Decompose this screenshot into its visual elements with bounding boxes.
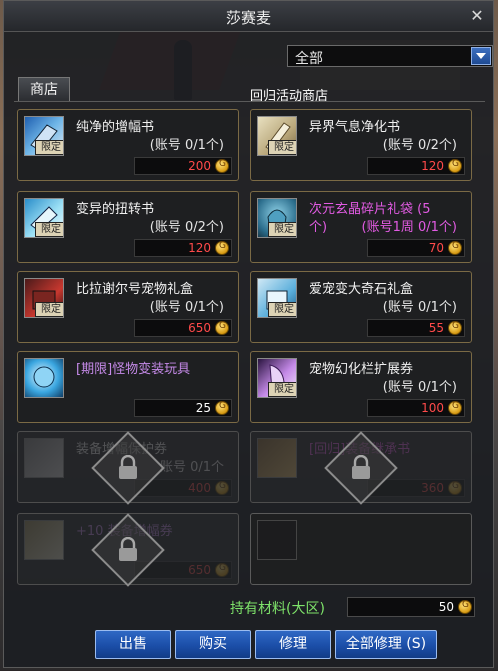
item-limit: (账号 0/2个) <box>149 220 224 235</box>
item-name: 变异的扭转书 <box>76 202 155 217</box>
shop-item[interactable]: 限定 异界气息净化书 (账号 0/2个) 120 <box>250 109 472 181</box>
item-limit: (账号 0/1个) <box>382 300 457 315</box>
material-value: 50 <box>438 600 454 614</box>
plus10-ticket-icon <box>24 520 64 560</box>
close-icon[interactable]: ✕ <box>467 6 487 26</box>
monster-toy-icon <box>24 358 64 398</box>
crystal-bag-icon: 限定 <box>257 198 297 238</box>
twist-book-icon: 限定 <box>24 198 64 238</box>
divider <box>14 101 485 102</box>
item-price: 55 <box>428 321 444 335</box>
limited-badge: 限定 <box>35 302 63 317</box>
limited-badge: 限定 <box>35 140 63 155</box>
coin-icon <box>215 401 229 415</box>
coin-icon <box>215 241 229 255</box>
sell-button[interactable]: 出售 <box>95 630 171 659</box>
item-price: 650 <box>188 563 211 577</box>
item-price: 650 <box>188 321 211 335</box>
price-field: 650 <box>134 319 232 337</box>
item-price: 25 <box>195 401 211 415</box>
price-field: 120 <box>134 239 232 257</box>
window-title: 莎赛麦 <box>225 9 271 27</box>
coin-icon <box>458 600 472 614</box>
shop-item[interactable]: 限定 次元玄晶碎片礼袋 (5 个) (账号1周 0/1个) 70 <box>250 191 472 263</box>
item-price: 120 <box>421 159 444 173</box>
category-dropdown[interactable]: 全部 <box>287 45 493 67</box>
price-field: 120 <box>367 157 465 175</box>
price-field: 200 <box>134 157 232 175</box>
coin-icon <box>448 159 462 173</box>
item-name-cont: 个) <box>309 220 328 235</box>
item-limit: (账号1周 0/1个) <box>361 220 457 235</box>
tab-shop[interactable]: 商店 <box>18 77 70 101</box>
purify-book-icon: 限定 <box>257 116 297 156</box>
limited-badge: 限定 <box>35 222 63 237</box>
price-field: 70 <box>367 239 465 257</box>
locked-shop-item: 装备增幅保护券 账号 0/1个 400 <box>17 431 239 505</box>
pet-ticket-icon: 限定 <box>257 358 297 398</box>
price-field: 100 <box>367 399 465 417</box>
item-name: [期限]怪物变装玩具 <box>76 362 191 377</box>
chevron-down-icon[interactable] <box>471 47 491 65</box>
shop-window: 莎赛麦 ✕ 全部 商店 回归活动商店 限定 纯净的增幅书 (账号 0/1个) 2… <box>3 0 494 668</box>
item-price: 360 <box>421 481 444 495</box>
item-price: 70 <box>428 241 444 255</box>
limited-badge: 限定 <box>268 382 296 397</box>
material-field: 50 <box>347 597 475 617</box>
locked-shop-item: [回归]装备继承书 360 <box>250 431 472 505</box>
item-limit: (账号 0/2个) <box>382 138 457 153</box>
monster-toy-icon <box>33 366 55 388</box>
item-price: 100 <box>421 401 444 415</box>
item-limit: (账号 0/1个) <box>382 380 457 395</box>
item-price: 120 <box>188 241 211 255</box>
stone-box-icon: 限定 <box>257 278 297 318</box>
locked-shop-item: +10 装备增幅券 650 <box>17 513 239 587</box>
material-label: 持有材料(大区) <box>230 601 325 617</box>
item-name: 宠物幻化栏扩展券 <box>309 362 414 377</box>
item-limit: (账号 0/1个) <box>149 300 224 315</box>
empty-icon-slot <box>257 520 297 560</box>
price-field: 55 <box>367 319 465 337</box>
shop-item[interactable]: [期限]怪物变装玩具 25 <box>17 351 239 423</box>
shop-item[interactable]: 限定 纯净的增幅书 (账号 0/1个) 200 <box>17 109 239 181</box>
repair-button[interactable]: 修理 <box>255 630 331 659</box>
empty-slot <box>250 513 472 585</box>
limited-badge: 限定 <box>268 222 296 237</box>
coin-icon <box>448 401 462 415</box>
item-name: 爱宠变大奇石礼盒 <box>309 282 414 297</box>
item-limit: (账号 0/1个) <box>149 138 224 153</box>
lock-icon <box>352 455 370 479</box>
lock-icon <box>119 455 137 479</box>
limited-badge: 限定 <box>268 140 296 155</box>
item-name: 次元玄晶碎片礼袋 (5 <box>309 202 431 217</box>
shop-item[interactable]: 限定 比拉谢尔号宠物礼盒 (账号 0/1个) 650 <box>17 271 239 343</box>
limited-badge: 限定 <box>268 302 296 317</box>
protect-ticket-icon <box>24 438 64 478</box>
shop-item[interactable]: 限定 变异的扭转书 (账号 0/2个) 120 <box>17 191 239 263</box>
coin-icon <box>215 563 229 577</box>
item-price: 200 <box>188 159 211 173</box>
buy-button[interactable]: 购买 <box>175 630 251 659</box>
item-name: 比拉谢尔号宠物礼盒 <box>76 282 194 297</box>
pet-box-icon: 限定 <box>24 278 64 318</box>
coin-icon <box>215 481 229 495</box>
dropdown-selected: 全部 <box>295 51 323 67</box>
shop-item[interactable]: 限定 爱宠变大奇石礼盒 (账号 0/1个) 55 <box>250 271 472 343</box>
coin-icon <box>448 241 462 255</box>
coin-icon <box>448 481 462 495</box>
coin-icon <box>215 321 229 335</box>
repair-all-button[interactable]: 全部修理 (S) <box>335 630 437 659</box>
price-field: 25 <box>134 399 232 417</box>
lock-icon <box>119 537 137 561</box>
item-name: 纯净的增幅书 <box>76 120 155 135</box>
item-price: 400 <box>188 481 211 495</box>
title-bar[interactable]: 莎赛麦 ✕ <box>4 1 493 32</box>
amplify-book-icon: 限定 <box>24 116 64 156</box>
coin-icon <box>448 321 462 335</box>
coin-icon <box>215 159 229 173</box>
inherit-book-icon <box>257 438 297 478</box>
item-name: 异界气息净化书 <box>309 120 401 135</box>
shop-item[interactable]: 限定 宠物幻化栏扩展券 (账号 0/1个) 100 <box>250 351 472 423</box>
item-limit: 账号 0/1个 <box>159 460 224 475</box>
